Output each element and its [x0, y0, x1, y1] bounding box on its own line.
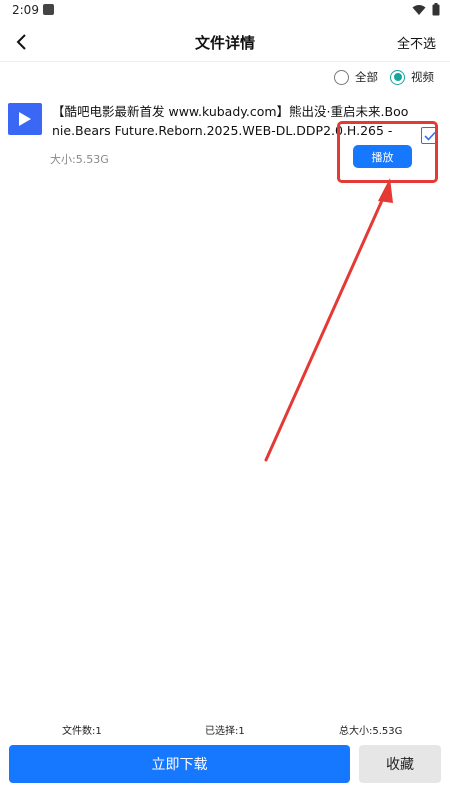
video-thumbnail	[8, 103, 42, 135]
radio-all[interactable]	[334, 69, 349, 85]
file-checkbox[interactable]	[421, 127, 438, 144]
status-time: 2:09	[12, 3, 39, 17]
download-now-button[interactable]: 立即下载	[9, 745, 350, 783]
status-indicators	[412, 3, 440, 16]
filter-row: 全部 视频	[334, 69, 440, 85]
play-button[interactable]: 播放	[353, 145, 412, 168]
radio-all-label[interactable]: 全部	[355, 69, 378, 85]
battery-icon	[432, 3, 440, 16]
file-count: 文件数:1	[62, 726, 102, 737]
favorite-button[interactable]: 收藏	[359, 745, 441, 783]
wifi-icon	[412, 4, 426, 15]
summary-row: 文件数:1 已选择:1 总大小:5.53G	[0, 722, 450, 738]
status-bar: 2:09	[0, 0, 450, 22]
page-title: 文件详情	[194, 34, 255, 52]
check-icon	[423, 131, 436, 141]
file-size: 大小:5.53G	[50, 153, 109, 166]
app-notification-icon	[43, 4, 54, 15]
app-bar: 文件详情 全不选	[0, 22, 450, 62]
radio-video[interactable]	[390, 69, 405, 85]
play-icon	[19, 112, 31, 126]
radio-video-label[interactable]: 视频	[411, 69, 434, 85]
total-size: 总大小:5.53G	[339, 726, 403, 737]
selected-count: 已选择:1	[205, 726, 245, 737]
file-list-item[interactable]: 【酷吧电影最新首发 www.kubady.com】熊出没·重启未来.Boonie…	[0, 98, 450, 178]
file-name: 【酷吧电影最新首发 www.kubady.com】熊出没·重启未来.Boonie…	[52, 104, 409, 138]
deselect-all-button[interactable]: 全不选	[397, 33, 436, 52]
